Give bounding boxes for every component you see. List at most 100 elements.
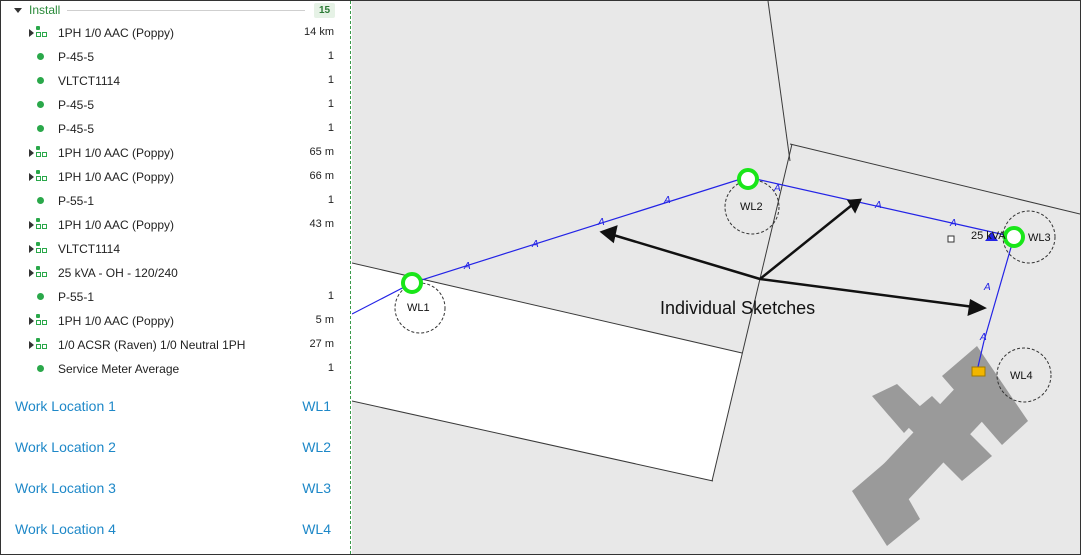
sketch-label-wl3: WL3: [1028, 232, 1051, 244]
install-item-label: VLTCT1114: [58, 242, 121, 256]
install-item-value: 1: [327, 74, 334, 86]
install-item[interactable]: VLTCT1114 1: [1, 69, 350, 93]
caret-right-icon[interactable]: [29, 245, 34, 253]
work-location-name[interactable]: Work Location 4: [15, 521, 116, 537]
work-location-code: WL2: [302, 439, 331, 455]
install-item-label: 1PH 1/0 AAC (Poppy): [58, 314, 175, 328]
svg-text:A: A: [597, 217, 605, 228]
svg-text:A: A: [874, 200, 882, 211]
point-feature-icon: [37, 53, 44, 60]
work-location-row[interactable]: Work Location 2 WL2: [1, 432, 350, 462]
install-item[interactable]: VLTCT1114: [1, 237, 350, 261]
point-feature-icon: [37, 101, 44, 108]
svg-text:A: A: [979, 332, 987, 343]
install-item-value: 66 m: [309, 170, 334, 182]
install-item[interactable]: P-55-1 1: [1, 189, 350, 213]
install-item-value: 1: [327, 122, 334, 134]
map-svg: A A A A A A A A A: [352, 1, 1080, 546]
callout-text: Individual Sketches: [660, 298, 816, 318]
work-location-code: WL1: [302, 398, 331, 414]
caret-right-icon[interactable]: [29, 341, 34, 349]
install-item-label: P-55-1: [58, 290, 95, 304]
install-item-label: 1PH 1/0 AAC (Poppy): [58, 26, 175, 40]
map-canvas[interactable]: A A A A A A A A A WL1 WL2 WL3 WL4 25 kVA…: [352, 1, 1080, 554]
install-panel: Install 15 1PH 1/0 AAC (Poppy) 14 km P-45-…: [1, 1, 350, 554]
install-item-label: P-45-5: [58, 50, 95, 64]
caret-down-icon[interactable]: [14, 8, 22, 13]
point-feature-icon: [37, 125, 44, 132]
svg-text:A: A: [773, 183, 781, 194]
install-item[interactable]: Service Meter Average 1: [1, 357, 350, 381]
caret-right-icon[interactable]: [29, 221, 34, 229]
work-location-row[interactable]: Work Location 4 WL4: [1, 514, 350, 544]
building-footprint: [852, 346, 1028, 546]
svg-text:A: A: [983, 282, 991, 293]
svg-text:A: A: [463, 261, 471, 272]
install-item-value: 14 km: [304, 26, 334, 38]
group-divider: [67, 10, 305, 11]
install-item-label: Service Meter Average: [58, 362, 180, 376]
work-location-code: WL3: [302, 480, 331, 496]
install-item-value: 27 m: [309, 338, 334, 350]
point-feature-icon: [37, 365, 44, 372]
install-item-label: 1PH 1/0 AAC (Poppy): [58, 170, 175, 184]
install-item[interactable]: 1PH 1/0 AAC (Poppy) 5 m: [1, 309, 350, 333]
group-feature-icon: [36, 218, 48, 230]
install-item[interactable]: P-55-1 1: [1, 285, 350, 309]
sketch-label-wl2: WL2: [740, 201, 763, 213]
install-item-label: P-45-5: [58, 122, 95, 136]
install-item[interactable]: P-45-5 1: [1, 45, 350, 69]
install-item-value: 65 m: [309, 146, 334, 158]
install-item[interactable]: 1PH 1/0 AAC (Poppy) 65 m: [1, 141, 350, 165]
install-item-value: 5 m: [315, 314, 334, 326]
transformer-label: 25 kVA: [971, 230, 1006, 242]
svg-text:A: A: [531, 239, 539, 250]
install-item-label: P-45-5: [58, 98, 95, 112]
install-item-label: 1PH 1/0 AAC (Poppy): [58, 218, 175, 232]
install-item-value: 1: [327, 362, 334, 374]
install-item[interactable]: 25 kVA - OH - 120/240: [1, 261, 350, 285]
install-group-header[interactable]: Install 15: [1, 1, 350, 21]
group-feature-icon: [36, 146, 48, 158]
sketch-label-wl4: WL4: [1010, 370, 1033, 382]
work-location-name[interactable]: Work Location 2: [15, 439, 116, 455]
group-feature-icon: [36, 170, 48, 182]
install-item[interactable]: 1PH 1/0 AAC (Poppy) 43 m: [1, 213, 350, 237]
road-area: [352, 263, 742, 481]
group-feature-icon: [36, 266, 48, 278]
install-item-label: 1PH 1/0 AAC (Poppy): [58, 146, 175, 160]
group-feature-icon: [36, 314, 48, 326]
small-square-icon: [947, 235, 955, 243]
install-item[interactable]: 1PH 1/0 AAC (Poppy) 66 m: [1, 165, 350, 189]
work-location-row[interactable]: Work Location 1 WL1: [1, 391, 350, 421]
install-item-value: 1: [327, 290, 334, 302]
caret-right-icon[interactable]: [29, 29, 34, 37]
caret-right-icon[interactable]: [29, 149, 34, 157]
caret-right-icon[interactable]: [29, 269, 34, 277]
install-item-value: 1: [327, 50, 334, 62]
group-feature-icon: [36, 242, 48, 254]
point-feature-icon: [37, 77, 44, 84]
install-item[interactable]: P-45-5 1: [1, 117, 350, 141]
install-item-label: VLTCT1114: [58, 74, 121, 88]
install-group-label: Install: [29, 3, 61, 17]
meter-icon: [971, 366, 986, 377]
work-location-name[interactable]: Work Location 1: [15, 398, 116, 414]
install-item[interactable]: 1PH 1/0 AAC (Poppy) 14 km: [1, 21, 350, 45]
install-item[interactable]: P-45-5 1: [1, 93, 350, 117]
caret-right-icon[interactable]: [29, 173, 34, 181]
install-item-value: 43 m: [309, 218, 334, 230]
install-item[interactable]: 1/0 ACSR (Raven) 1/0 Neutral 1PH 27 m: [1, 333, 350, 357]
install-count-badge: 15: [314, 3, 335, 18]
install-item-value: 1: [327, 194, 334, 206]
work-location-row[interactable]: Work Location 3 WL3: [1, 473, 350, 503]
work-location-name[interactable]: Work Location 3: [15, 480, 116, 496]
install-item-label: 1/0 ACSR (Raven) 1/0 Neutral 1PH: [58, 338, 246, 352]
install-item-label: P-55-1: [58, 194, 95, 208]
install-item-value: 1: [327, 98, 334, 110]
svg-text:A: A: [949, 218, 957, 229]
sketch-label-wl1: WL1: [407, 302, 430, 314]
group-feature-icon: [36, 26, 48, 38]
caret-right-icon[interactable]: [29, 317, 34, 325]
point-feature-icon: [37, 197, 44, 204]
